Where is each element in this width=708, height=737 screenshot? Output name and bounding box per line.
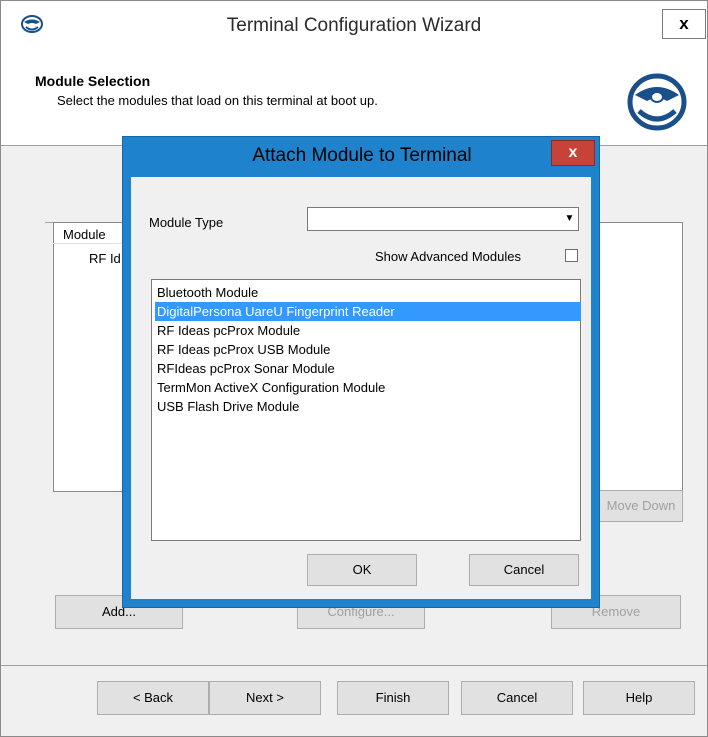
module-type-select[interactable]: ▼ — [307, 207, 579, 231]
module-type-label: Module Type — [149, 215, 224, 230]
wizard-header: Module Selection Select the modules that… — [1, 53, 707, 146]
help-button[interactable]: Help — [583, 681, 695, 715]
list-item[interactable]: Bluetooth Module — [155, 283, 581, 302]
list-item-selected[interactable]: DigitalPersona UareU Fingerprint Reader — [155, 302, 581, 321]
dialog-title: Attach Module to Terminal — [252, 145, 472, 166]
dialog-cancel-button[interactable]: Cancel — [469, 554, 579, 586]
wizard-cancel-button[interactable]: Cancel — [461, 681, 573, 715]
thinmanager-logo-icon — [627, 73, 687, 131]
attach-module-dialog: Attach Module to Terminal x Module Type … — [122, 136, 600, 608]
footer-divider — [1, 665, 707, 666]
wizard-titlebar: Terminal Configuration Wizard x — [1, 1, 707, 53]
dialog-close-button[interactable]: x — [551, 140, 595, 166]
module-types-list[interactable]: Bluetooth Module DigitalPersona UareU Fi… — [151, 279, 581, 541]
back-button[interactable]: < Back — [97, 681, 209, 715]
finish-button[interactable]: Finish — [337, 681, 449, 715]
ok-button[interactable]: OK — [307, 554, 417, 586]
list-item[interactable]: TermMon ActiveX Configuration Module — [155, 378, 581, 397]
show-advanced-label: Show Advanced Modules — [375, 249, 521, 264]
list-item[interactable]: RFIdeas pcProx Sonar Module — [155, 359, 581, 378]
page-title: Module Selection — [35, 73, 151, 89]
wizard-close-button[interactable]: x — [662, 9, 706, 39]
show-advanced-checkbox[interactable] — [565, 249, 578, 262]
dialog-body: Module Type ▼ Show Advanced Modules Blue… — [131, 177, 591, 599]
page-subtitle: Select the modules that load on this ter… — [57, 93, 378, 108]
list-item[interactable]: RF Ideas pcProx Module — [155, 321, 581, 340]
move-down-button[interactable]: Move Down — [599, 490, 683, 522]
list-item[interactable]: RF Ideas pcProx USB Module — [155, 340, 581, 359]
module-list-item[interactable]: RF Id — [89, 251, 121, 266]
chevron-down-icon[interactable]: ▼ — [562, 211, 577, 227]
next-button[interactable]: Next > — [209, 681, 321, 715]
list-item[interactable]: USB Flash Drive Module — [155, 397, 581, 416]
wizard-title: Terminal Configuration Wizard — [226, 15, 482, 36]
